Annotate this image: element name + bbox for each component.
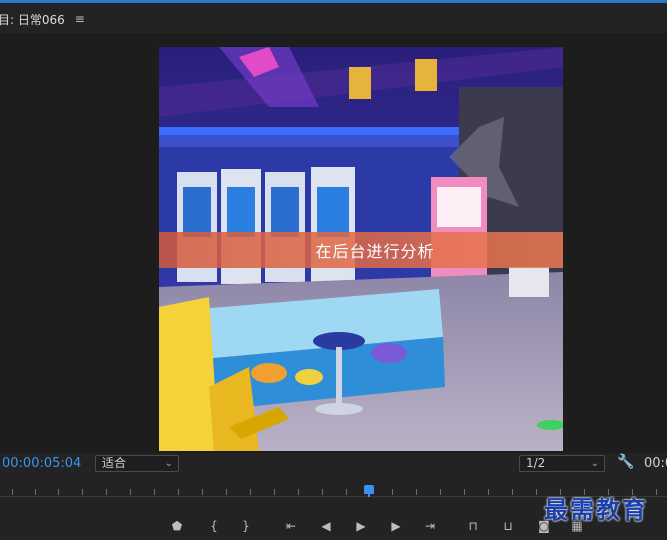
ruler-tick [250, 489, 251, 495]
ruler-tick [202, 489, 203, 495]
ruler-tick [392, 489, 393, 495]
extract-icon[interactable]: ⊔ [499, 517, 517, 535]
zoom-fit-select[interactable]: 适合 ⌄ [95, 455, 179, 472]
subtitle-band: 在后台进行分析 [159, 232, 563, 268]
panel-header: 目: 日常066 ≡ [0, 5, 667, 33]
video-frame: 在后台进行分析 [159, 47, 563, 451]
ruler-tick [154, 489, 155, 495]
program-monitor: 在后台进行分析 [0, 33, 667, 453]
resolution-value: 1/2 [526, 456, 546, 470]
go-to-out-icon[interactable]: ⇥ [421, 517, 439, 535]
ruler-tick [536, 489, 537, 495]
ruler-tick [12, 489, 13, 495]
ruler-tick [346, 489, 347, 495]
ruler-tick [82, 489, 83, 495]
step-back-icon[interactable]: ◀ [317, 517, 335, 535]
ruler-tick [322, 489, 323, 495]
play-icon[interactable]: ▶ [352, 517, 370, 535]
ruler-tick [178, 489, 179, 495]
ruler-tick [488, 489, 489, 495]
monitor-controls: 00:00:05:04 适合 ⌄ 1/2 ⌄ 🔧 00:0 [0, 454, 667, 476]
ruler-tick [512, 489, 513, 495]
ruler-tick [226, 489, 227, 495]
wrench-icon[interactable]: 🔧 [617, 454, 634, 470]
chevron-down-icon: ⌄ [164, 458, 173, 469]
playhead-timecode[interactable]: 00:00:05:04 [2, 456, 81, 471]
zoom-fit-value: 适合 [102, 456, 127, 470]
duration-timecode: 00:0 [644, 456, 667, 471]
ruler-tick [106, 489, 107, 495]
ruler-tick [440, 489, 441, 495]
ruler-tick [656, 489, 657, 495]
ruler-tick [464, 489, 465, 495]
ruler-tick [274, 489, 275, 495]
ruler-tick [416, 489, 417, 495]
mark-out-icon[interactable]: } [237, 517, 255, 535]
playback-resolution-select[interactable]: 1/2 ⌄ [519, 455, 605, 472]
ruler-tick [130, 489, 131, 495]
add-marker-icon[interactable]: ⬟ [168, 517, 186, 535]
lift-icon[interactable]: ⊓ [464, 517, 482, 535]
ruler-tick [58, 489, 59, 495]
subtitle-text: 在后台进行分析 [315, 242, 435, 261]
watermark-logo: 最需教育 [544, 495, 648, 524]
chevron-down-icon: ⌄ [590, 458, 599, 469]
hamburger-menu-icon[interactable]: ≡ [75, 12, 85, 26]
step-forward-icon[interactable]: ▶ [387, 517, 405, 535]
ruler-tick [298, 489, 299, 495]
playhead-line [368, 494, 370, 497]
panel-top-highlight [0, 0, 667, 3]
playhead-handle[interactable] [364, 485, 374, 494]
mark-in-icon[interactable]: { [205, 517, 223, 535]
panel-title[interactable]: 目: 日常066 [0, 11, 65, 28]
ruler-tick [35, 489, 36, 495]
go-to-in-icon[interactable]: ⇤ [282, 517, 300, 535]
